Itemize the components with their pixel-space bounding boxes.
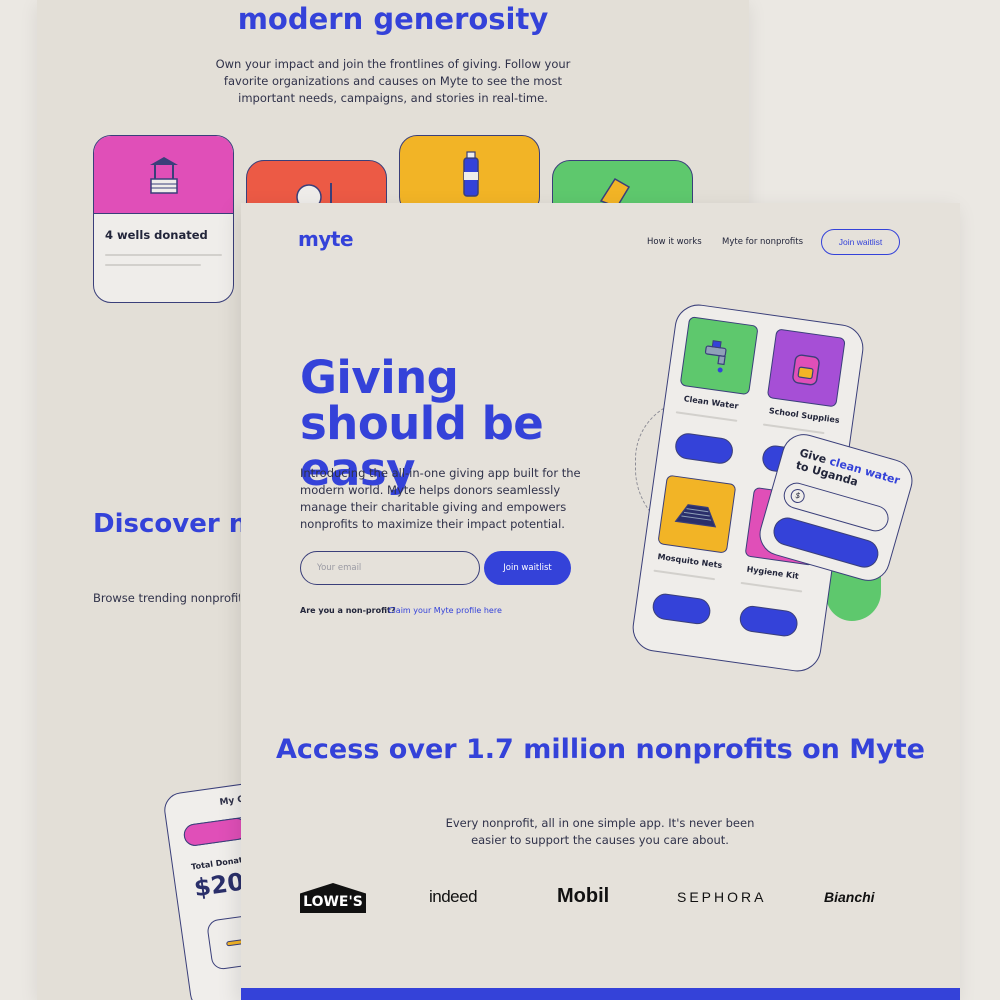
card-placeholder-line [105, 264, 201, 266]
school-supplies-tile[interactable] [766, 328, 846, 408]
mosquito-net-icon [674, 504, 717, 528]
join-waitlist-button[interactable]: Join waitlist [484, 551, 571, 585]
tile-label: Clean Water [683, 394, 739, 411]
bianchi-logo: Bianchi [824, 889, 875, 905]
front-page: myte How it works Myte for nonprofits Jo… [241, 203, 960, 1000]
lowes-logo: LOWE'S [300, 883, 366, 913]
placeholder-line [675, 411, 738, 422]
myte-logo[interactable]: myte [298, 227, 354, 251]
nav-how-it-works[interactable]: How it works [647, 237, 702, 247]
back-page-intro: Own your impact and join the frontlines … [215, 57, 571, 105]
nonprofit-question: Are you a non-profit? [300, 606, 396, 615]
tile-label: Hygiene Kit [746, 564, 800, 581]
faucet-icon [704, 340, 727, 373]
card-placeholder-line [105, 254, 222, 256]
dollar-icon: $ [789, 487, 807, 505]
mosquito-nets-tile[interactable] [657, 474, 737, 554]
mobil-logo: Mobil [557, 885, 610, 907]
donate-button[interactable] [650, 592, 713, 626]
email-input[interactable] [300, 551, 480, 585]
hero-text: Introducing the all-in-one giving app bu… [300, 466, 581, 531]
access-title: Access over 1.7 million nonprofits on My… [276, 734, 925, 765]
discover-text: Browse trending nonprofit needs and find… [93, 591, 240, 605]
access-text: Every nonprofit, all in one simple app. … [445, 816, 755, 847]
well-icon [149, 156, 178, 194]
tile-label: School Supplies [768, 406, 841, 426]
discover-title: Discover nonprofits and passions [93, 509, 253, 539]
placeholder-line [762, 423, 825, 435]
back-page-title: modern generosity [237, 2, 549, 36]
donate-button[interactable] [738, 604, 800, 639]
indeed-logo: indeed [429, 887, 478, 906]
sephora-logo: SEPHORA [677, 889, 767, 905]
claim-profile-link[interactable]: Claim your Myte profile here [388, 606, 502, 615]
donate-button[interactable] [673, 431, 735, 466]
category-card-wells[interactable]: 4 wells donated [93, 135, 234, 303]
nav-join-waitlist-button[interactable]: Join waitlist [821, 229, 900, 255]
tile-label: Mosquito Nets [656, 552, 723, 571]
card-caption: 4 wells donated [105, 228, 208, 242]
placeholder-line [653, 569, 716, 581]
clean-water-tile[interactable] [679, 316, 759, 396]
footer-band [241, 988, 960, 1000]
placeholder-line [740, 581, 803, 593]
backpack-icon [792, 354, 820, 386]
nav-myte-for-nonprofits[interactable]: Myte for nonprofits [722, 237, 803, 247]
well-illustration [94, 136, 233, 214]
giving-progress-fill [182, 816, 249, 848]
